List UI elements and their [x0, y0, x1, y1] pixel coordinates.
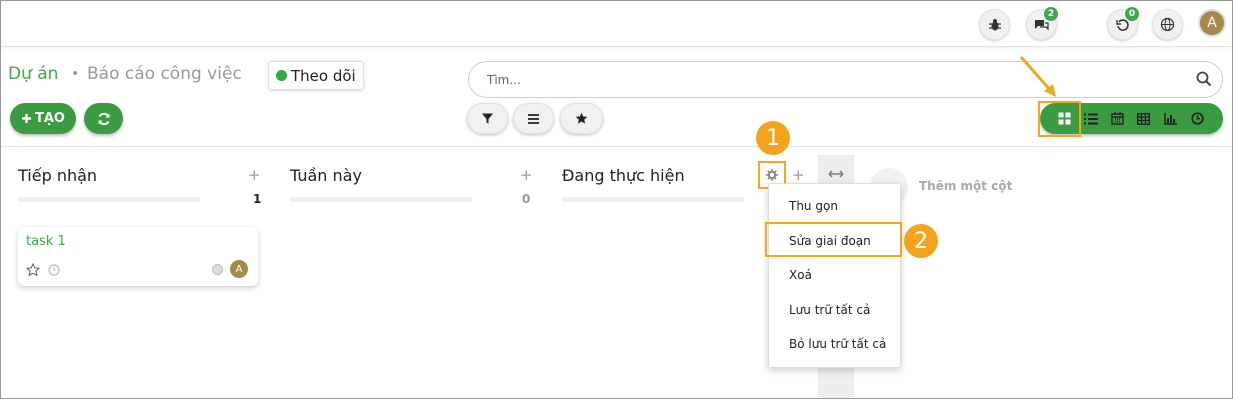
column-add-button[interactable]: +	[520, 166, 533, 184]
task-assignee-avatar[interactable]: A	[230, 260, 248, 278]
table-view-button[interactable]	[1136, 111, 1151, 126]
follow-label: Theo dõi	[291, 66, 356, 85]
group-by-button[interactable]	[513, 103, 554, 134]
edit-stage-highlight	[765, 222, 902, 257]
breadcrumb-sub[interactable]: Báo cáo công việc	[87, 64, 242, 84]
refresh-icon	[98, 112, 109, 125]
column-progress-bar	[562, 197, 744, 202]
activity-view-button[interactable]	[1190, 111, 1205, 126]
chat-button[interactable]: 2	[1026, 7, 1058, 40]
step-badge-2: 2	[904, 224, 938, 258]
expand-icon	[828, 170, 844, 178]
plus-icon	[22, 114, 31, 123]
header-divider	[1, 146, 1232, 147]
top-bar: 2 0 A	[1, 1, 1232, 47]
column-title-dang-thuc-hien: Đang thực hiện	[562, 166, 685, 185]
search-bar	[468, 61, 1223, 98]
menu-item-archive-all[interactable]: Lưu trữ tất cả	[769, 293, 902, 327]
add-column-label[interactable]: Thêm một cột	[919, 179, 1012, 193]
history-button[interactable]: 0	[1107, 7, 1139, 40]
annotation-arrow	[1019, 56, 1056, 97]
search-input[interactable]	[487, 70, 1167, 90]
column-title-tuan-nay: Tuần này	[290, 166, 362, 185]
list-icon	[1083, 113, 1098, 124]
star-icon	[575, 112, 588, 124]
column-context-menu: Thu gọn Sửa giai đoạn Xoá Lưu trữ tất cả…	[768, 183, 901, 368]
favorites-button[interactable]	[560, 103, 603, 134]
menu-item-delete[interactable]: Xoá	[769, 258, 902, 292]
column-count: 0	[522, 192, 531, 206]
follow-button[interactable]: Theo dõi	[268, 61, 364, 90]
task-status-dot[interactable]	[212, 264, 223, 275]
language-button[interactable]	[1152, 9, 1183, 40]
kanban-view-highlight	[1038, 101, 1081, 137]
bug-icon	[988, 18, 1001, 30]
chart-view-button[interactable]	[1163, 111, 1178, 126]
clock-icon[interactable]	[48, 264, 60, 276]
gear-icon	[766, 169, 778, 181]
create-button[interactable]: TẠO	[10, 103, 76, 134]
search-icon[interactable]	[1196, 71, 1212, 87]
user-avatar[interactable]: A	[1198, 9, 1226, 37]
table-icon	[1137, 112, 1150, 125]
globe-icon	[1160, 17, 1175, 32]
star-icon[interactable]	[26, 263, 40, 277]
task-card[interactable]: task 1 A	[18, 227, 258, 286]
filter-icon	[482, 113, 493, 124]
menu-item-unarchive-all[interactable]: Bỏ lưu trữ tất cả	[769, 327, 902, 361]
clock-icon	[1191, 112, 1204, 125]
column-title-tiep-nhan: Tiếp nhận	[18, 166, 98, 185]
list-icon	[528, 113, 539, 124]
breadcrumb-current[interactable]: Dự án	[8, 64, 58, 84]
task-title[interactable]: task 1	[26, 234, 66, 249]
history-badge: 0	[1125, 7, 1139, 21]
calendar-icon	[1111, 112, 1124, 125]
bug-report-button[interactable]	[979, 9, 1010, 40]
column-count: 1	[253, 192, 262, 206]
refresh-button[interactable]	[84, 103, 123, 134]
filter-button[interactable]	[467, 103, 508, 134]
breadcrumb-separator: •	[71, 66, 80, 82]
column-add-button[interactable]: +	[792, 166, 805, 184]
create-label: TẠO	[35, 111, 65, 126]
column-progress-bar	[290, 197, 472, 202]
column-add-button[interactable]: +	[248, 166, 261, 184]
calendar-view-button[interactable]	[1110, 111, 1125, 126]
column-progress-bar	[18, 197, 200, 202]
follow-status-dot	[276, 70, 287, 81]
chart-icon	[1164, 112, 1177, 125]
list-view-button[interactable]	[1083, 111, 1098, 126]
chat-badge: 2	[1044, 7, 1058, 21]
step-badge-1: 1	[756, 121, 790, 155]
menu-item-collapse[interactable]: Thu gọn	[769, 189, 902, 223]
